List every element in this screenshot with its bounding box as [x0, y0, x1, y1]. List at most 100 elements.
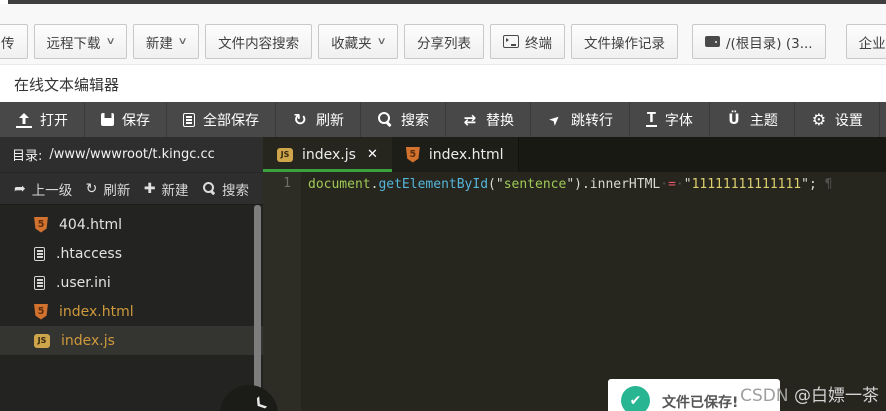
goto-line-icon: ➤: [545, 110, 565, 129]
editor-toolbar-button-save-all[interactable]: 全部保存: [167, 102, 276, 137]
toolbar-button-label: 文件内容搜索: [218, 35, 300, 52]
sidebar-nav-new[interactable]: ✚ 新建: [144, 179, 189, 199]
sidebar: 目录: /www/wwwroot/t.kingc.cc ➦ 上一级 ↻ 刷新 ✚ 新建 搜索…: [0, 137, 263, 411]
file-name: index.js: [61, 332, 115, 349]
editor-toolbar-button-search[interactable]: 搜索: [361, 102, 446, 137]
editor-toolbar-button-label: 设置: [834, 112, 863, 129]
html-file-icon: 5: [34, 216, 48, 233]
new-icon: ✚: [143, 180, 156, 197]
code-token: ·: [660, 177, 669, 192]
toast-message: 文件已保存!: [662, 395, 739, 411]
toolbar-button-favorites[interactable]: 收藏夹 ∨: [318, 24, 398, 59]
toolbar-button-label: 新建: [145, 35, 173, 52]
html-file-icon: 5: [34, 303, 48, 320]
check-icon: ✔: [621, 386, 650, 411]
toolbar-button-remote-download[interactable]: 远程下载 ∨: [33, 24, 127, 59]
disk-icon: [704, 36, 720, 47]
file-name: .user.ini: [56, 274, 111, 291]
file-manager-screen: 传 远程下载 ∨ 新建 ∨ 文件内容搜索 收藏夹 ∨ 分享列表 终端 文件操作记录 /(根目录) (3…: [0, 0, 886, 411]
editor-pane: JS index.js ✕ 5 index.html 1 document. getEle…: [263, 137, 886, 411]
watermark-author: @白嫖一茶: [794, 386, 879, 406]
file-icon: [34, 275, 45, 290]
editor-toolbar-button-theme[interactable]: Ü 主题: [710, 102, 795, 137]
chevron-down-icon: ∨: [177, 36, 188, 47]
editor-toolbar-button-hotkeys[interactable]: ?快捷键: [880, 102, 886, 137]
file-row[interactable]: .user.ini: [0, 268, 263, 297]
editor-toolbar-button-open[interactable]: 打开: [0, 102, 85, 137]
sidebar-nav-refresh[interactable]: ↻ 刷新: [86, 179, 131, 199]
editor-toolbar-button-label: 刷新: [316, 112, 344, 129]
sidebar-nav-label: 新建: [161, 182, 189, 199]
toolbar-button-upload-partial[interactable]: 传: [0, 24, 28, 59]
code-token: getElementById: [378, 177, 489, 192]
toolbar-button-file-log[interactable]: 文件操作记录: [570, 24, 678, 59]
sidebar-nav-label: 搜索: [221, 182, 249, 199]
code-line: document.getElementById("sentence").inne…: [301, 172, 832, 411]
sidebar-nav-up-level[interactable]: ➦ 上一级: [14, 179, 72, 199]
toolbar-button-label: /(根目录) (3...: [725, 35, 813, 52]
open-icon: [16, 112, 32, 128]
editor-toolbar-button-settings[interactable]: ⚙ 设置: [795, 102, 880, 137]
save-icon: [101, 113, 114, 126]
tab-bar: JS index.js ✕ 5 index.html: [263, 137, 886, 172]
code-token: sentence: [503, 177, 567, 192]
chevron-down-icon: ∨: [105, 36, 116, 47]
sidebar-scrollbar[interactable]: [254, 205, 261, 411]
js-file-icon: JS: [34, 333, 50, 348]
toolbar-button-label: 传: [1, 35, 15, 52]
code-token: innerHTML: [589, 177, 661, 192]
chevron-down-icon: ∨: [376, 36, 387, 47]
file-row[interactable]: JS index.js: [0, 326, 263, 355]
editor-toolbar-button-label: 跳转行: [571, 112, 613, 129]
editor-toolbar-button-label: 全部保存: [203, 112, 259, 129]
toolbar-button-label: 企业级防篡改: [858, 35, 886, 52]
chevron-left-icon: ❮: [251, 394, 270, 411]
page-title: 在线文本编辑器: [14, 75, 120, 94]
main-area: 目录: /www/wwwroot/t.kingc.cc ➦ 上一级 ↻ 刷新 ✚ 新建 搜索…: [0, 137, 886, 411]
editor-toolbar-button-font[interactable]: T 字体: [630, 102, 710, 137]
sidebar-nav: ➦ 上一级 ↻ 刷新 ✚ 新建 搜索: [0, 172, 263, 205]
sidebar-nav-search[interactable]: 搜索: [202, 179, 249, 199]
editor-header: 在线文本编辑器: [0, 66, 886, 102]
watermark-prefix: CSDN: [740, 386, 794, 406]
code-token: ¶: [824, 177, 833, 192]
toolbar-button-terminal[interactable]: 终端: [489, 24, 565, 59]
code-token: .: [581, 177, 590, 192]
editor-toolbar-button-label: 打开: [40, 112, 68, 129]
search-icon: [377, 111, 393, 128]
editor-toolbar: 打开 保存 全部保存 ↻ 刷新 搜索 ⇄ 替换 ➤ 跳转行 T 字体 Ü 主题 ⚙ 设置 ?快捷键: [0, 102, 886, 137]
code-token: ): [574, 177, 582, 192]
gutter: 1: [263, 172, 301, 411]
editor-toolbar-button-replace[interactable]: ⇄ 替换: [446, 102, 531, 137]
file-row[interactable]: 5 404.html: [0, 210, 263, 239]
refresh-icon: ↻: [293, 110, 307, 129]
search-icon: [202, 181, 216, 196]
tab-index.js[interactable]: JS index.js ✕: [263, 137, 392, 172]
js-file-icon: JS: [277, 147, 293, 162]
file-row[interactable]: .htaccess: [0, 239, 263, 268]
editor-toolbar-button-refresh[interactable]: ↻ 刷新: [276, 102, 361, 137]
toolbar-button-share-list[interactable]: 分享列表: [403, 24, 484, 59]
toolbar-button-tamper-proof[interactable]: 企业级防篡改: [845, 24, 886, 59]
top-toolbar: 传 远程下载 ∨ 新建 ∨ 文件内容搜索 收藏夹 ∨ 分享列表 终端 文件操作记录 /(根目录) (3…: [0, 4, 886, 65]
code-token: ": [566, 177, 575, 192]
theme-icon: Ü: [728, 111, 740, 128]
save-all-icon: [183, 112, 195, 127]
close-icon[interactable]: ✕: [367, 147, 378, 162]
editor-toolbar-button-save[interactable]: 保存: [85, 102, 167, 137]
toolbar-button-root-dir[interactable]: /(根目录) (3...: [691, 24, 826, 59]
toolbar-button-new[interactable]: 新建 ∨: [132, 24, 200, 59]
code-editor[interactable]: 1 document.getElementById("sentence").in…: [263, 172, 886, 411]
tab-index.html[interactable]: 5 index.html: [391, 137, 519, 172]
font-icon: T: [646, 111, 657, 127]
toolbar-button-content-search[interactable]: 文件内容搜索: [205, 24, 313, 59]
tab-label: index.html: [428, 146, 504, 163]
editor-toolbar-button-label: 字体: [664, 112, 693, 129]
toolbar-button-label: 终端: [524, 35, 552, 52]
editor-toolbar-button-label: 替换: [486, 112, 514, 129]
editor-toolbar-button-label: 搜索: [401, 112, 429, 129]
editor-toolbar-button-goto-line[interactable]: ➤ 跳转行: [531, 102, 630, 137]
code-token: ·: [675, 177, 684, 192]
file-row[interactable]: 5 index.html: [0, 297, 263, 326]
directory-path-row: 目录: /www/wwwroot/t.kingc.cc: [0, 137, 263, 172]
